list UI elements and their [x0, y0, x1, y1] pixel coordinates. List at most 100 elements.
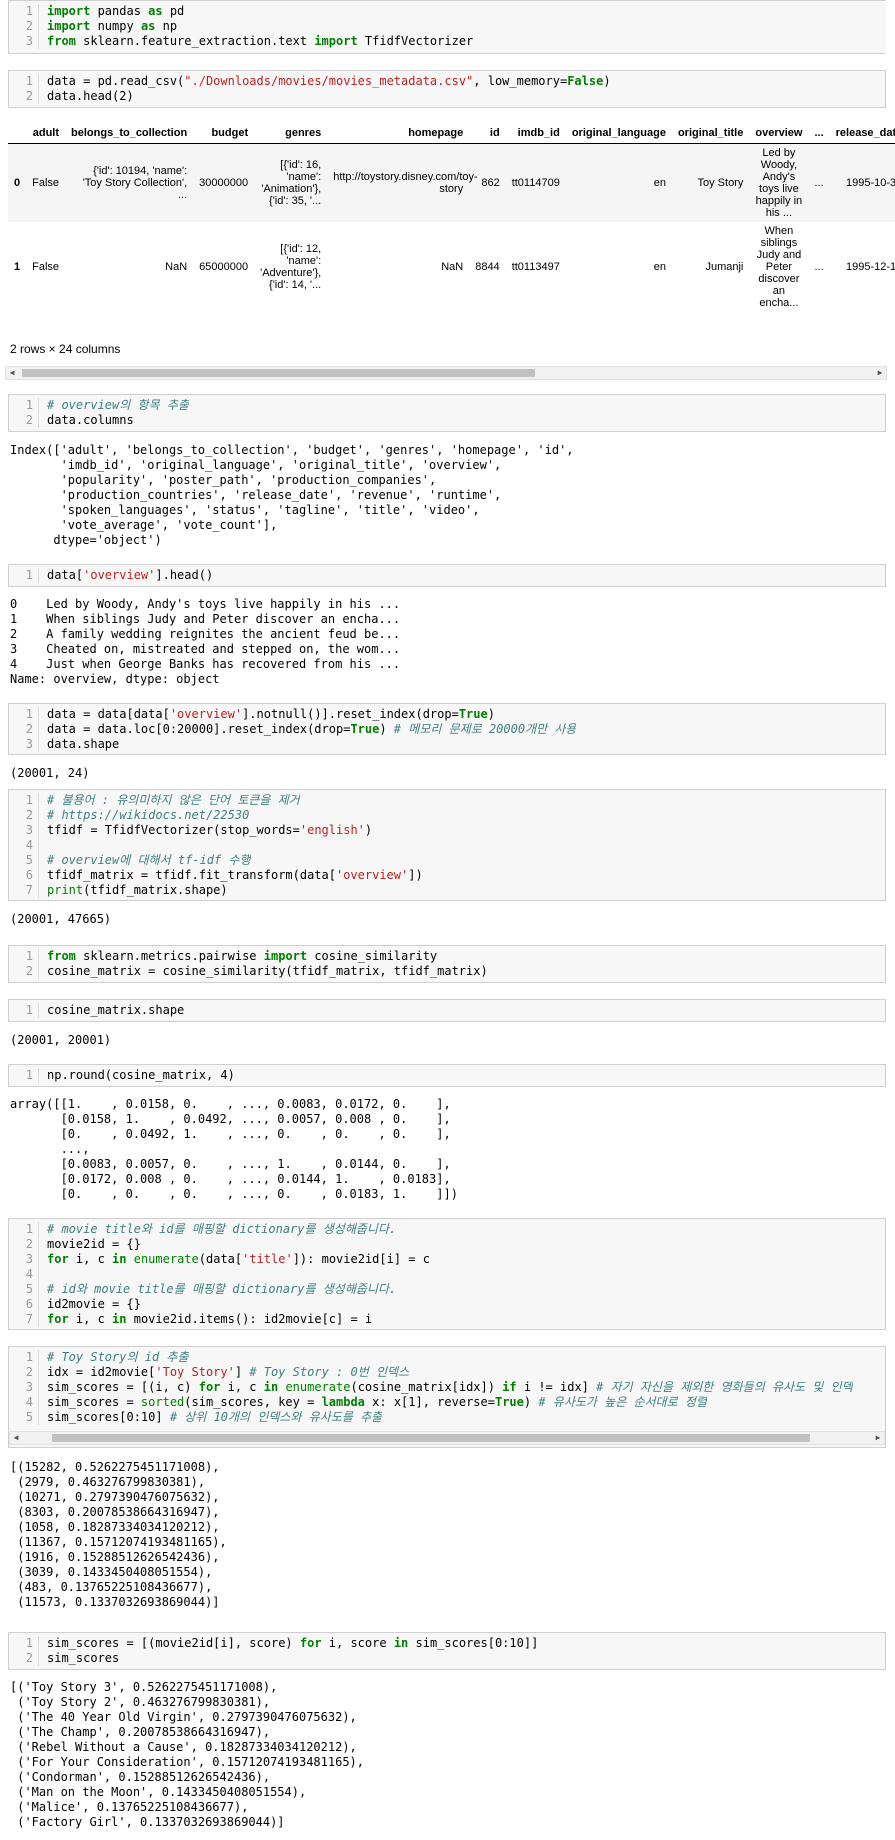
- code-editor[interactable]: 1 # 불용어 : 유의미하지 않은 단어 토큰을 제거 2 # https://w…: [9, 790, 885, 901]
- scroll-right-icon[interactable]: ▶: [875, 367, 885, 379]
- scroll-right-icon[interactable]: ▶: [873, 1432, 883, 1444]
- dataframe-output: adult belongs_to_collection budget genres ho…: [8, 123, 895, 312]
- column-header: release_date: [829, 123, 895, 144]
- code-editor[interactable]: 1 np.round(cosine_matrix, 4): [9, 1065, 885, 1086]
- code-cell-filter-data[interactable]: 1 data = data[data['overview'].notnull()]…: [8, 703, 886, 755]
- table-cell: False: [32, 261, 60, 273]
- scroll-left-icon[interactable]: ◀: [7, 367, 17, 379]
- code-cell-dictionaries[interactable]: 1 # movie title와 id를 매핑할 dictionary를 생성해줍…: [8, 1218, 886, 1330]
- code-line: 1 cosine_matrix.shape: [9, 1003, 885, 1018]
- column-header: original_title: [671, 123, 750, 144]
- table-cell: Toy Story: [671, 143, 750, 222]
- table-cell: 0: [8, 143, 27, 222]
- code-line: 3 for i, c in enumerate(data['title']): m…: [9, 1252, 885, 1267]
- table-cell: tt0114709: [505, 143, 566, 222]
- table-cell: 1: [14, 261, 21, 273]
- output-shape: (20001, 24): [10, 766, 90, 780]
- table-cell: 30000000: [193, 143, 255, 222]
- code-editor[interactable]: 1 data = pd.read_csv("./Downloads/movies/…: [9, 71, 885, 107]
- code-line: 1 # movie title와 id를 매핑할 dictionary를 생성해줍…: [9, 1222, 885, 1237]
- table-cell: 8844: [475, 261, 500, 273]
- output-columns: Index(['adult', 'belongs_to_collection',…: [10, 443, 574, 547]
- code-cell-tfidf[interactable]: 1 # 불용어 : 유의미하지 않은 단어 토큰을 제거 2 # https://w…: [8, 789, 886, 901]
- table-cell: NaN: [165, 261, 188, 273]
- code-editor[interactable]: 1 data['overview'].head(): [9, 565, 885, 586]
- code-line: 3 tfidf = TfidfVectorizer(stop_words='eng…: [9, 823, 885, 838]
- code-cell-movie-titles[interactable]: 1 sim_scores = [(movie2id[i], score) for …: [8, 1632, 886, 1670]
- column-header: budget: [193, 123, 255, 144]
- code-line: 3 data.shape: [9, 737, 885, 752]
- horizontal-scrollbar[interactable]: ◀ ▶: [5, 366, 887, 380]
- code-line: 6 tfidf_matrix = tfidf.fit_transform(data…: [9, 868, 885, 883]
- code-editor[interactable]: 1 # Toy Story의 id 추출 2 idx = id2movie['Toy…: [9, 1347, 885, 1428]
- code-line: 3 from sklearn.feature_extraction.text im…: [9, 34, 886, 49]
- code-cell-overview-head[interactable]: 1 data['overview'].head(): [8, 564, 886, 587]
- table-cell: en: [565, 143, 672, 222]
- table-header-row: adult belongs_to_collection budget genres ho…: [8, 123, 895, 144]
- code-editor[interactable]: 1 cosine_matrix.shape: [9, 1000, 885, 1021]
- column-header: original_language: [565, 123, 672, 144]
- code-line: 1 data = pd.read_csv("./Downloads/movies/…: [9, 74, 885, 89]
- table-cell: 1995-10-30: [829, 143, 895, 222]
- output-cosine-shape: (20001, 20001): [10, 1033, 112, 1047]
- code-editor[interactable]: 1 from sklearn.metrics.pairwise import co…: [9, 946, 885, 982]
- code-cell-imports[interactable]: 1 import pandas as pd 2 import numpy as np…: [8, 0, 886, 54]
- code-line: 5 # id와 movie title를 매핑할 dictionary를 생성해줍…: [9, 1282, 885, 1297]
- code-line: 1 # overview의 항목 추출: [9, 398, 885, 413]
- column-header: imdb_id: [505, 123, 566, 144]
- code-line: 5 # overview에 대해서 tf-idf 수행: [9, 853, 885, 868]
- code-line: 3 sim_scores = [(i, c) for i, c in enumer…: [9, 1380, 885, 1395]
- table-cell: Led by Woody, Andy's toys live happily i…: [749, 143, 809, 222]
- code-editor[interactable]: 1 sim_scores = [(movie2id[i], score) for …: [9, 1633, 885, 1669]
- table-cell: NaN: [441, 261, 464, 273]
- column-header: genres: [254, 123, 328, 144]
- column-header: homepage: [327, 123, 470, 144]
- table-cell: When siblings Judy and Peter discover an…: [756, 225, 802, 309]
- scrollbar-thumb[interactable]: [52, 1434, 810, 1442]
- code-cell-round[interactable]: 1 np.round(cosine_matrix, 4): [8, 1064, 886, 1087]
- code-line: 4: [9, 838, 885, 853]
- code-cell-columns[interactable]: 1 # overview의 항목 추출 2 data.columns: [8, 394, 886, 432]
- output-overview: 0 Led by Woody, Andy's toys live happily…: [10, 597, 401, 686]
- code-line: 4: [9, 1267, 885, 1282]
- code-editor[interactable]: 1 import pandas as pd 2 import numpy as np…: [9, 1, 886, 52]
- code-line: 4 sim_scores = sorted(sim_scores, key = l…: [9, 1395, 885, 1410]
- code-cell-cosine-similarity[interactable]: 1 from sklearn.metrics.pairwise import co…: [8, 945, 886, 983]
- table-cell: [{'id': 12, 'name': 'Adventure'}, {'id':…: [260, 243, 322, 291]
- code-line: 1 data['overview'].head(): [9, 568, 885, 583]
- code-line: 2 sim_scores: [9, 1651, 885, 1666]
- table-row: 1 False NaN 65000000 [{'id': 12, 'name': 'Ad…: [8, 222, 895, 312]
- table-cell: False: [26, 143, 66, 222]
- code-line: 2 # https://wikidocs.net/22530: [9, 808, 885, 823]
- table-cell: Jumanji: [705, 261, 744, 273]
- code-line: 1 # 불용어 : 유의미하지 않은 단어 토큰을 제거: [9, 793, 885, 808]
- table-cell: {'id': 10194, 'name': 'Toy Story Collect…: [65, 143, 194, 222]
- code-cell-sim-scores[interactable]: 1 # Toy Story의 id 추출 2 idx = id2movie['Toy…: [8, 1346, 886, 1448]
- table-cell: en: [653, 261, 666, 273]
- scrollbar-thumb[interactable]: [22, 369, 535, 377]
- column-header: adult: [26, 123, 66, 144]
- table-cell: 65000000: [199, 261, 249, 273]
- code-line: 1 data = data[data['overview'].notnull()]…: [9, 707, 885, 722]
- code-line: 1 from sklearn.metrics.pairwise import co…: [9, 949, 885, 964]
- code-editor[interactable]: 1 # overview의 항목 추출 2 data.columns: [9, 395, 885, 431]
- code-line: 1 import pandas as pd: [9, 4, 886, 19]
- column-header: id: [469, 123, 506, 144]
- code-cell-read-csv[interactable]: 1 data = pd.read_csv("./Downloads/movies/…: [8, 70, 886, 108]
- table-cell: http://toystory.disney.com/toy-story: [327, 143, 478, 222]
- code-editor[interactable]: 1 # movie title와 id를 매핑할 dictionary를 생성해줍…: [9, 1219, 885, 1330]
- cell-horizontal-scrollbar[interactable]: ◀ ▶: [9, 1431, 885, 1445]
- code-editor[interactable]: 1 data = data[data['overview'].notnull()]…: [9, 704, 885, 755]
- column-header: overview: [749, 123, 809, 144]
- table-cell: [{'id': 16, 'name': 'Animation'}, {'id':…: [254, 143, 328, 222]
- column-header: ...: [808, 123, 830, 144]
- code-line: 2 cosine_matrix = cosine_similarity(tfidf…: [9, 964, 885, 979]
- scroll-left-icon[interactable]: ◀: [11, 1432, 21, 1444]
- column-header: [8, 123, 27, 144]
- code-line: 2 movie2id = {}: [9, 1237, 885, 1252]
- code-line: 2 data.head(2): [9, 89, 885, 104]
- code-line: 2 data.columns: [9, 413, 885, 428]
- code-cell-cosine-shape[interactable]: 1 cosine_matrix.shape: [8, 999, 886, 1022]
- table-cell: tt0113497: [511, 261, 560, 273]
- output-array: array([[1. , 0.0158, 0. , ..., 0.0083, 0…: [10, 1097, 458, 1201]
